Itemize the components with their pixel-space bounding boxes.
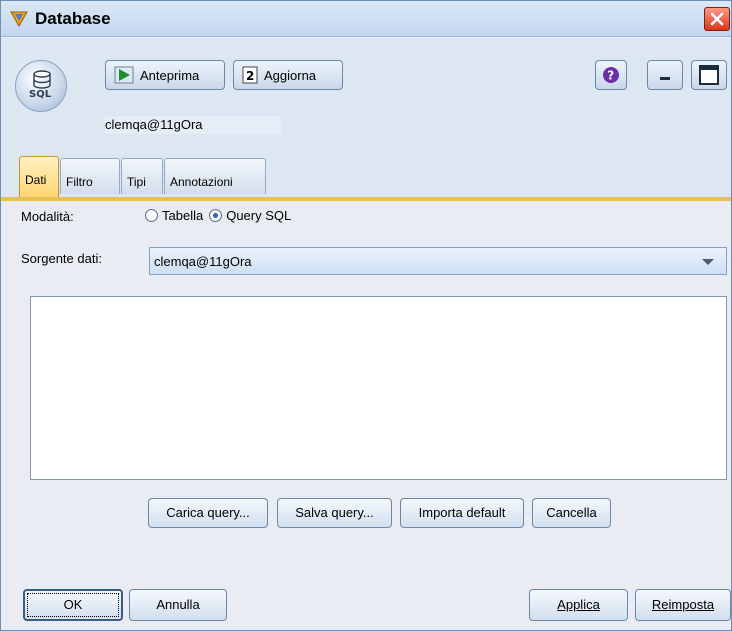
tab-dati[interactable]: Dati <box>19 156 59 198</box>
help-button[interactable]: ? <box>595 60 627 90</box>
database-node-icon <box>10 11 28 28</box>
tab-annotazioni[interactable]: Annotazioni <box>164 158 266 194</box>
tab-label: Tipi <box>127 175 146 189</box>
tab-label: Dati <box>25 173 47 187</box>
sql-caption: SQL <box>29 89 52 100</box>
sql-query-editor[interactable] <box>30 296 727 480</box>
ok-button[interactable]: OK <box>23 589 123 621</box>
tab-label: Annotazioni <box>170 175 233 189</box>
minimize-button[interactable] <box>647 60 683 90</box>
radio-label: Tabella <box>162 208 204 223</box>
preview-label: Anteprima <box>140 67 200 83</box>
load-query-button[interactable]: Carica query... <box>148 498 268 528</box>
window-title: Database <box>35 9 111 28</box>
tab-filtro[interactable]: Filtro <box>60 158 120 194</box>
database-cylinder-icon <box>33 70 51 89</box>
radio-button-selected[interactable] <box>209 209 223 222</box>
close-icon <box>710 12 724 26</box>
radio-tabella[interactable]: Tabella <box>145 208 203 223</box>
radio-query-sql[interactable]: Query SQL <box>209 208 291 223</box>
save-query-button[interactable]: Salva query... <box>277 498 392 528</box>
tab-tipi[interactable]: Tipi <box>121 158 163 194</box>
sql-node-icon: SQL <box>15 60 67 112</box>
cancel-button[interactable]: Annulla <box>129 589 227 621</box>
data-tab-panel: Modalità: Tabella Query SQL Sorgente dat… <box>1 201 731 581</box>
apply-label: Applica <box>557 597 600 612</box>
refresh-label: Aggiorna <box>264 67 317 83</box>
title-bar[interactable]: Database <box>1 1 731 37</box>
import-default-button[interactable]: Importa default <box>400 498 524 528</box>
dialog-footer: OK Annulla Applica Reimposta <box>1 581 731 630</box>
radio-label: Query SQL <box>226 208 292 223</box>
refresh-button[interactable]: 2 Aggiorna <box>233 60 343 90</box>
radio-button[interactable] <box>145 209 158 222</box>
svg-text:2: 2 <box>246 69 254 83</box>
refresh-icon: 2 <box>242 66 258 84</box>
database-dialog: Database SQL Anteprima 2 Aggiorna ? clem… <box>0 0 732 631</box>
connection-name: clemqa@11gOra <box>105 117 203 132</box>
maximize-button[interactable] <box>691 60 727 90</box>
source-label: Sorgente dati: <box>21 251 102 266</box>
mode-label: Modalità: <box>21 209 74 224</box>
mode-radio-group: Tabella Query SQL <box>145 208 293 223</box>
chevron-down-icon[interactable] <box>702 259 714 265</box>
node-header: SQL Anteprima 2 Aggiorna ? clemqa@11gOra <box>1 38 731 146</box>
reset-button[interactable]: Reimposta <box>635 589 731 621</box>
ok-label: OK <box>27 593 119 617</box>
preview-button[interactable]: Anteprima <box>105 60 225 90</box>
tab-strip: Dati Filtro Tipi Annotazioni <box>1 146 731 198</box>
close-button[interactable] <box>704 7 730 31</box>
apply-button[interactable]: Applica <box>529 589 628 621</box>
data-source-value: clemqa@11gOra <box>154 254 252 269</box>
svg-text:?: ? <box>607 69 614 83</box>
clear-button[interactable]: Cancella <box>532 498 611 528</box>
reset-label: Reimposta <box>651 597 715 612</box>
preview-play-icon <box>114 66 134 84</box>
data-source-dropdown[interactable]: clemqa@11gOra <box>149 247 727 275</box>
minimize-icon <box>660 77 670 80</box>
help-icon: ? <box>603 67 619 83</box>
maximize-icon <box>699 65 719 85</box>
tab-label: Filtro <box>66 175 93 189</box>
